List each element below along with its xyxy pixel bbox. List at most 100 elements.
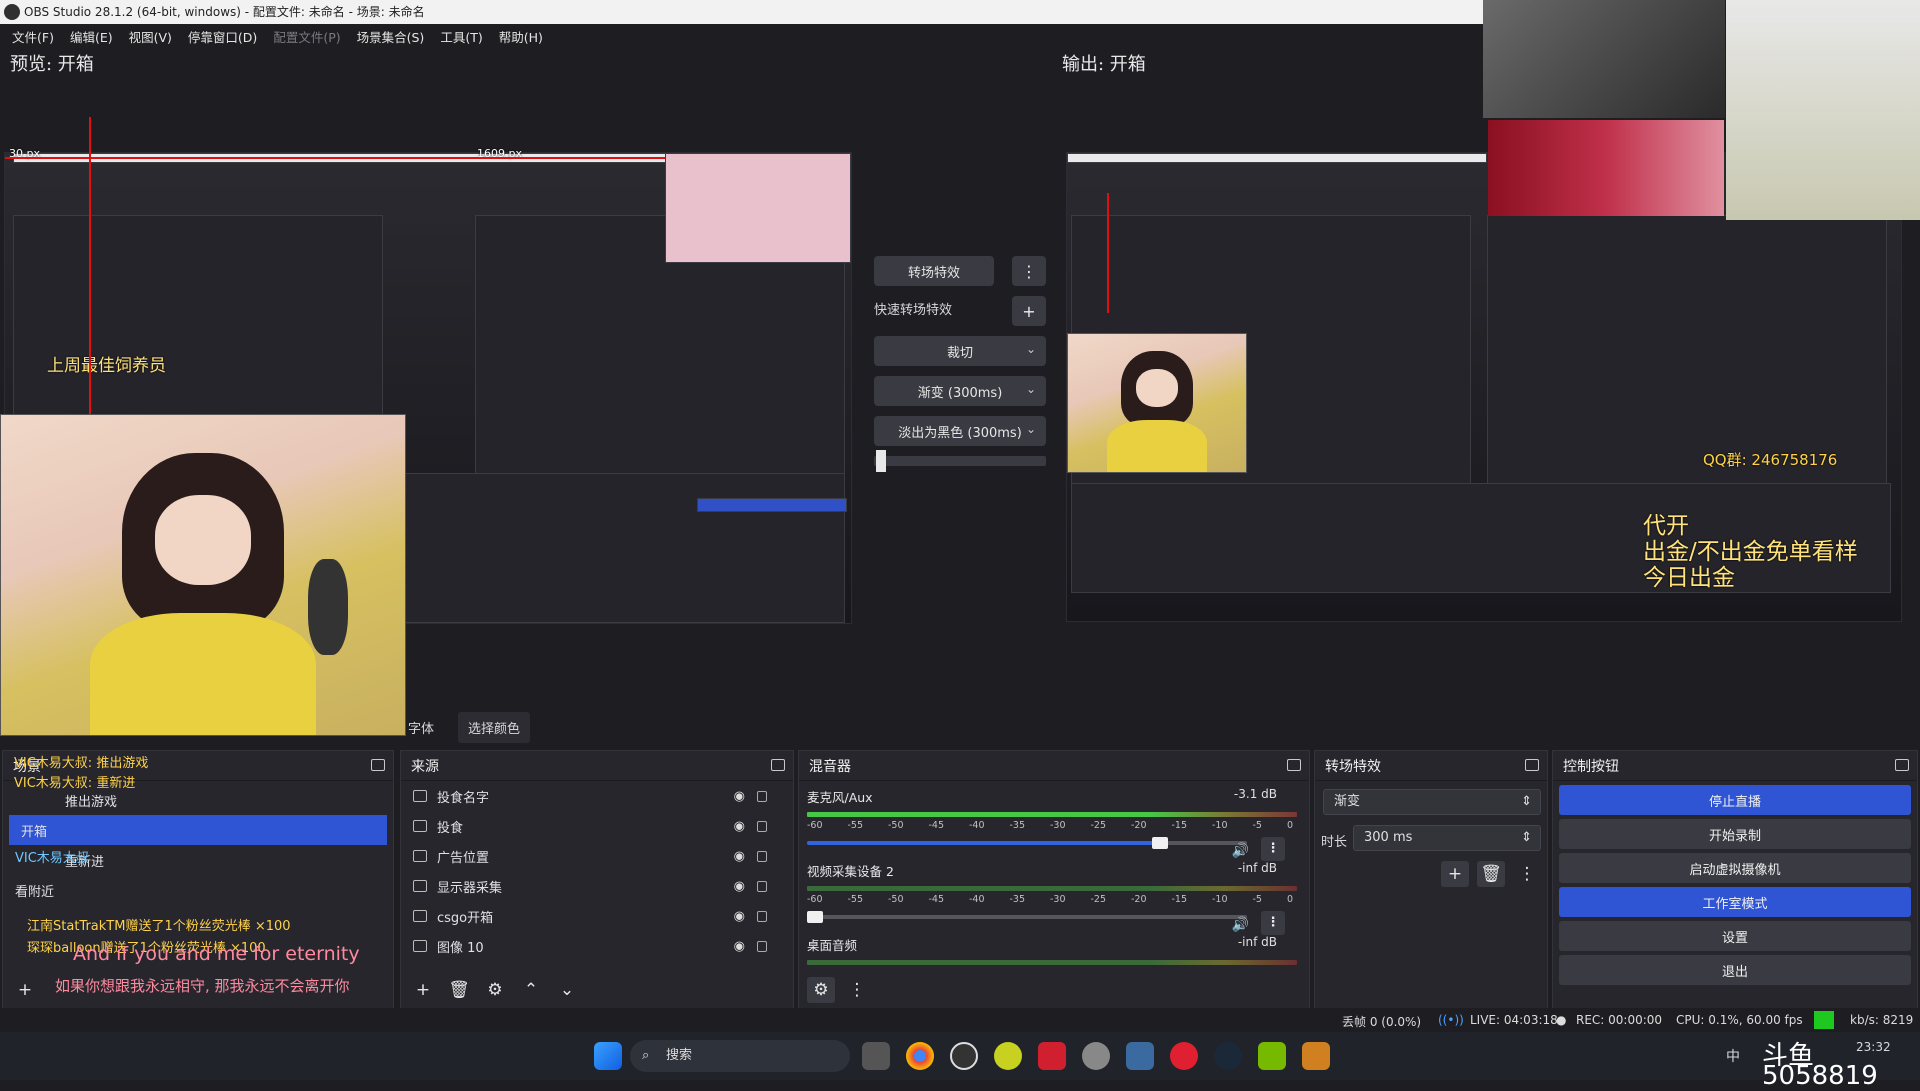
source-item[interactable]: 投食 ◉ [401,811,793,841]
scene-item[interactable]: 看附近 [3,875,393,905]
lock-icon[interactable] [757,880,767,892]
quick-transition-fade[interactable]: 渐变 (300ms) ⌄ [874,376,1046,406]
live-indicator-icon: ((•)) [1438,1013,1464,1027]
menu-help[interactable]: 帮助(H) [493,24,549,46]
add-scene-button[interactable]: + [11,977,39,1003]
pick-color-button[interactable]: 选择颜色 [458,712,531,743]
source-item[interactable]: 投食名字 ◉ [401,781,793,811]
source-item[interactable]: 图像 10 ◉ [401,931,793,961]
stop-streaming-button[interactable]: 停止直播 [1559,785,1911,815]
lock-icon[interactable] [757,820,767,832]
windows-start-icon[interactable] [594,1042,622,1070]
menu-edit[interactable]: 编辑(E) [64,24,119,46]
duration-label: 时长 [1321,835,1348,850]
obs-icon[interactable] [950,1042,978,1070]
app-icon[interactable] [1038,1042,1066,1070]
alignment-guide-horizontal [5,157,665,159]
webcam-shirt [89,613,317,735]
transition-button[interactable]: 转场特效 [874,256,994,286]
visibility-eye-icon[interactable]: ◉ [734,879,745,894]
remove-source-icon[interactable]: 🗑 [445,977,473,1003]
undock-icon[interactable] [771,759,785,771]
move-down-chevron-icon[interactable]: ⌄ [553,977,581,1003]
chevron-down-icon: ⌄ [1025,382,1036,396]
watermark-text: 斗鱼5058819 [1762,1041,1878,1091]
source-item[interactable]: 显示器采集 ◉ [401,871,793,901]
undock-icon[interactable] [1525,759,1539,771]
app-icon[interactable] [994,1042,1022,1070]
sources-toolbar: + 🗑 ⚙ ⌃ ⌄ [409,977,581,1003]
menu-scene-collection[interactable]: 场景集合(S) [351,24,431,46]
transition-menu-kebab[interactable]: ⋮ [1513,861,1541,887]
lock-icon[interactable] [757,850,767,862]
meter-ticks: -60 -55 -50 -45 -40 -35 -30 -25 -20 -15 -10 -5 0 [807,820,1293,831]
menu-docks[interactable]: 停靠窗口(D) [182,24,263,46]
mixer-settings-gear-icon[interactable]: ⚙ [807,977,835,1003]
add-quick-transition-button[interactable]: + [1012,296,1046,326]
steam-icon[interactable] [1214,1042,1242,1070]
font-button[interactable]: 字体 [402,712,440,743]
lyric-line-2: 如果你想跟我永远相守, 那我永远不会离开你 [55,977,350,995]
visibility-eye-icon[interactable]: ◉ [734,789,745,804]
netease-music-icon[interactable] [1170,1042,1198,1070]
chrome-icon[interactable] [906,1042,934,1070]
exit-button[interactable]: 退出 [1559,955,1911,985]
ime-indicator[interactable]: 中 [1726,1046,1740,1066]
source-item[interactable]: csgo开箱 ◉ [401,901,793,931]
menu-profile[interactable]: 配置文件(P) [267,24,346,46]
visibility-eye-icon[interactable]: ◉ [734,819,745,834]
settings-button[interactable]: 设置 [1559,921,1911,951]
speaker-icon[interactable]: 🔊 [1232,917,1249,933]
lock-icon[interactable] [757,790,767,802]
task-view-icon[interactable] [862,1042,890,1070]
nvidia-icon[interactable] [1258,1042,1286,1070]
webcam-feed[interactable] [0,414,406,736]
menu-tools[interactable]: 工具(T) [434,24,488,46]
app-icon[interactable] [1082,1042,1110,1070]
csgo-icon[interactable] [1302,1042,1330,1070]
lock-icon[interactable] [757,940,767,952]
add-source-button[interactable]: + [409,977,437,1003]
visibility-eye-icon[interactable]: ◉ [734,909,745,924]
remove-transition-icon[interactable]: 🗑 [1477,861,1505,887]
alignment-guide-vertical [1107,193,1109,313]
quick-transition-cut[interactable]: 裁切 ⌄ [874,336,1046,366]
transition-select[interactable]: 渐变 ⇕ [1323,789,1541,815]
visibility-eye-icon[interactable]: ◉ [734,849,745,864]
menu-file[interactable]: 文件(F) [6,24,60,46]
controls-dock-header: 控制按钮 [1553,751,1917,781]
menu-view[interactable]: 视图(V) [123,24,178,46]
nested-preview-right [1487,215,1887,485]
volume-slider[interactable] [807,911,1247,923]
speaker-icon[interactable]: 🔊 [1232,843,1249,859]
move-up-chevron-icon[interactable]: ⌃ [517,977,545,1003]
mixer-menu-kebab[interactable]: ⋮ [843,977,871,1003]
undock-icon[interactable] [1287,759,1301,771]
transition-menu-kebab[interactable]: ⋮ [1012,256,1046,286]
visibility-eye-icon[interactable]: ◉ [734,939,745,954]
quick-transition-fade-black[interactable]: 淡出为黑色 (300ms) ⌄ [874,416,1046,446]
channel-menu-kebab[interactable]: ⋮ [1261,911,1285,935]
add-transition-button[interactable]: + [1441,861,1469,887]
duration-field[interactable]: 300 ms ⇕ [1353,825,1541,851]
volume-knob[interactable] [1152,837,1168,849]
start-recording-button[interactable]: 开始录制 [1559,819,1911,849]
tbar-slider[interactable] [874,450,1046,472]
studio-mode-button[interactable]: 工作室模式 [1559,887,1911,917]
tbar-handle[interactable] [876,450,886,472]
lock-icon[interactable] [757,910,767,922]
nested-knife-image [665,153,851,263]
app-icon[interactable] [1126,1042,1154,1070]
volume-knob[interactable] [807,911,823,923]
taskbar-search[interactable]: ⌕ 搜索 [630,1040,850,1072]
channel-menu-kebab[interactable]: ⋮ [1261,837,1285,861]
scene-item-active[interactable]: 开箱 [9,815,387,845]
source-item[interactable]: 广告位置 ◉ [401,841,793,871]
start-virtual-camera-button[interactable]: 启动虚拟摄像机 [1559,853,1911,883]
source-settings-gear-icon[interactable]: ⚙ [481,977,509,1003]
transitions-dock-header: 转场特效 [1315,751,1547,781]
undock-icon[interactable] [371,759,385,771]
undock-icon[interactable] [1895,759,1909,771]
volume-slider[interactable] [807,837,1247,849]
nested-titlebar [1067,153,1487,163]
